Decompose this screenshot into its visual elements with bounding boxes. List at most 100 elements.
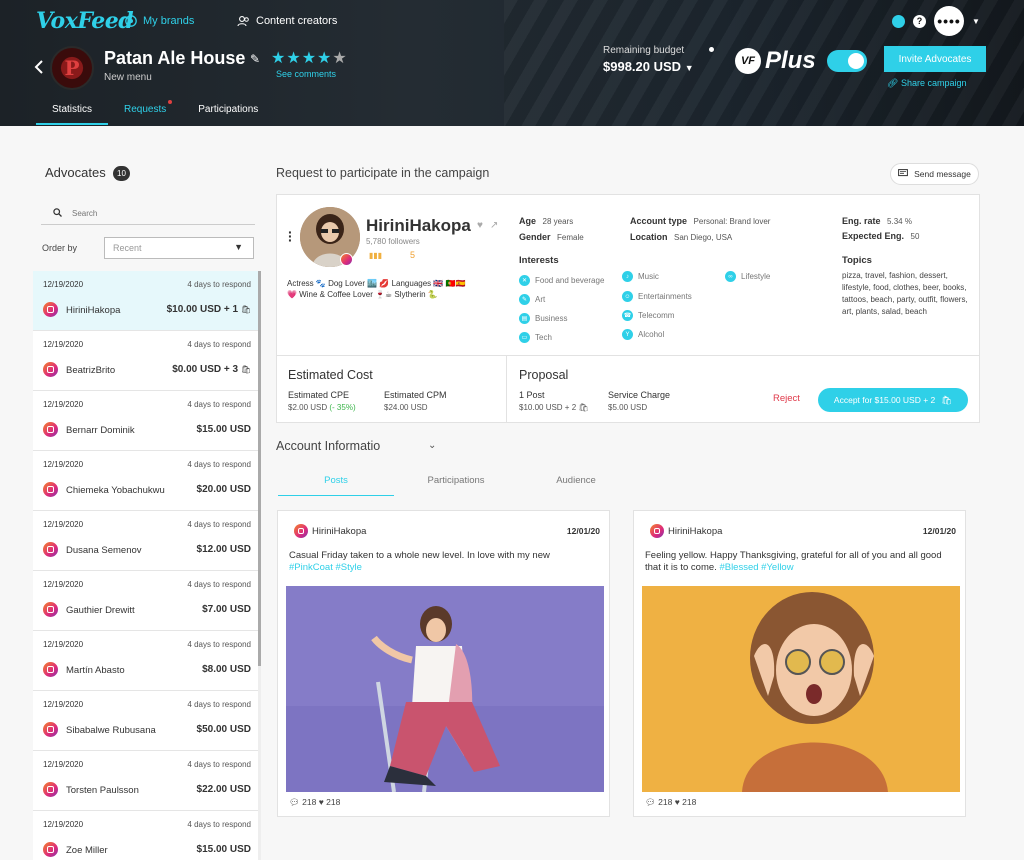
search-input[interactable] xyxy=(72,209,222,218)
order-by-label: Order by xyxy=(42,243,78,253)
heart-icon[interactable]: ♥ xyxy=(477,220,483,231)
interest-tag: ☺ Entertainments xyxy=(622,291,692,302)
tab-requests[interactable]: Requests xyxy=(108,100,182,125)
back-arrow-icon[interactable] xyxy=(34,58,44,79)
help-icon[interactable]: ? xyxy=(913,14,926,28)
post-card[interactable]: HiriniHakopa 12/01/20 Feeling yellow. Ha… xyxy=(633,510,966,817)
art-icon: ✎ xyxy=(519,294,530,305)
instagram-icon xyxy=(43,662,58,677)
advocate-list-item[interactable]: 12/19/2020 4 days to respond HiriniHakop… xyxy=(33,271,261,331)
account-tabs: Posts Participations Audience xyxy=(278,470,634,496)
advocates-title: Advocates xyxy=(45,165,106,180)
nav-content-creators[interactable]: Content creators xyxy=(237,14,337,27)
request-title: Request to participate in the campaign xyxy=(276,166,490,180)
tab-participations[interactable]: Participations xyxy=(182,100,274,125)
star-icon: ★ xyxy=(317,50,333,67)
share-campaign-link[interactable]: 🔗︎ Share campaign xyxy=(887,78,967,89)
comment-icon: 💬︎ xyxy=(289,797,300,807)
heart-icon: ♥ xyxy=(318,797,324,807)
interest-tag: ♪ Music xyxy=(622,271,659,282)
star-icon: ★ xyxy=(271,50,287,67)
advocate-list-item[interactable]: 12/19/2020 4 days to respond Zoe Miller … xyxy=(33,811,261,860)
age-field: Age 28 years xyxy=(519,216,574,226)
reject-button[interactable]: Reject xyxy=(773,393,800,404)
vf-badge: VF xyxy=(735,48,761,74)
chevron-down-icon[interactable]: ⌄ xyxy=(428,440,436,451)
post-date: 12/01/20 xyxy=(566,526,600,536)
chevron-down-icon[interactable]: ▼ xyxy=(972,17,980,26)
nav-content-creators-label: Content creators xyxy=(256,14,338,27)
scrollbar-thumb[interactable] xyxy=(258,271,261,666)
voxfeed-logo[interactable]: VoxFeed xyxy=(36,8,134,34)
comment-icon: 💬︎ xyxy=(645,797,656,807)
info-icon[interactable] xyxy=(709,47,714,52)
user-menu-button[interactable]: •••• xyxy=(934,6,964,36)
cpm-value: $24.00 USD xyxy=(384,403,428,412)
advocate-list-item[interactable]: 12/19/2020 4 days to respond Dusana Seme… xyxy=(33,511,261,571)
message-icon xyxy=(898,168,909,180)
post-image[interactable] xyxy=(642,586,960,792)
food-icon: ✕ xyxy=(519,275,530,286)
advocate-list: 12/19/2020 4 days to respond HiriniHakop… xyxy=(33,271,261,860)
cpe-label: Estimated CPE xyxy=(288,390,350,400)
bag-icon: 🛍︎ xyxy=(941,394,953,405)
advocate-list-item[interactable]: 12/19/2020 4 days to respond Torsten Pau… xyxy=(33,751,261,811)
tab-statistics[interactable]: Statistics xyxy=(36,100,109,125)
tab-posts[interactable]: Posts xyxy=(278,470,394,496)
edit-pencil-icon[interactable]: ✎ xyxy=(250,52,260,66)
order-by-select[interactable]: Recent ▼ xyxy=(104,237,254,259)
topics-list: pizza, travel, fashion, dessert, lifesty… xyxy=(842,271,968,316)
instagram-icon xyxy=(340,253,353,266)
chevron-down-icon: ▼ xyxy=(684,63,694,73)
nav-my-brands[interactable]: My brands xyxy=(124,14,194,27)
budget-value[interactable]: $998.20 USD ▼ xyxy=(603,59,694,74)
advocate-name: HiriniHakopa xyxy=(366,216,471,235)
advocate-list-item[interactable]: 12/19/2020 4 days to respond Martín Abas… xyxy=(33,631,261,691)
followers-count: 5,780 followers xyxy=(366,237,420,246)
advocate-search[interactable] xyxy=(41,203,255,225)
advocate-list-item[interactable]: 12/19/2020 4 days to respond Sibabalwe R… xyxy=(33,691,261,751)
plus-toggle[interactable] xyxy=(827,50,867,72)
post-card[interactable]: HiriniHakopa 12/01/20 Casual Friday take… xyxy=(277,510,610,817)
instagram-icon xyxy=(650,524,664,538)
instagram-icon xyxy=(43,422,58,437)
tech-icon: ▭ xyxy=(519,332,530,343)
lifestyle-icon: ∞ xyxy=(725,271,736,282)
tab-audience[interactable]: Audience xyxy=(518,470,634,496)
cpe-value: $2.00 USD (- 35%) xyxy=(288,403,356,412)
proposal-title: Proposal xyxy=(519,368,569,382)
instagram-icon xyxy=(43,842,58,857)
more-vertical-icon[interactable]: · · · xyxy=(288,225,293,247)
music-icon: ♪ xyxy=(622,271,633,282)
instagram-icon xyxy=(43,302,58,317)
post-stats: 💬︎ 218 ♥ 218 xyxy=(645,797,697,807)
users-icon xyxy=(237,14,250,27)
advocate-list-item[interactable]: 12/19/2020 4 days to respond BeatrizBrit… xyxy=(33,331,261,391)
advocate-list-item[interactable]: 12/19/2020 4 days to respond Gauthier Dr… xyxy=(33,571,261,631)
interest-tag: ☎ Telecomm xyxy=(622,310,675,321)
vf-plus-logo: VF Plus xyxy=(735,47,816,75)
chevron-down-icon: ▼ xyxy=(234,242,243,252)
cpm-label: Estimated CPM xyxy=(384,390,447,400)
nav-my-brands-label: My brands xyxy=(143,14,195,27)
accept-button[interactable]: Accept for $15.00 USD + 2 🛍︎ xyxy=(818,388,968,412)
tab-participations[interactable]: Participations xyxy=(398,470,514,496)
external-link-icon[interactable]: ↗ xyxy=(490,220,498,231)
advocates-count-badge: 10 xyxy=(113,166,130,181)
advocate-list-item[interactable]: 12/19/2020 4 days to respond Bernarr Dom… xyxy=(33,391,261,451)
post-image[interactable] xyxy=(286,586,604,792)
instagram-icon xyxy=(43,362,58,377)
instagram-icon xyxy=(294,524,308,538)
notifications-icon[interactable] xyxy=(892,14,905,28)
invite-advocates-button[interactable]: Invite Advocates xyxy=(884,46,986,72)
brand-name: Patan Ale House xyxy=(104,48,246,68)
request-card: · · · HiriniHakopa ♥ ↗ 5,780 followers ▮▮▮… xyxy=(276,194,980,423)
see-comments-link[interactable]: See comments xyxy=(276,69,336,79)
signal-bars-icon: ▮▮▮ xyxy=(369,251,383,260)
advocate-list-item[interactable]: 12/19/2020 4 days to respond Chiemeka Yo… xyxy=(33,451,261,511)
interest-tag: Y Alcohol xyxy=(622,329,664,340)
advocate-bio: Actress 🐾 Dog Lover 🏙️ 💋 Languages 🇬🇧 🇵🇹… xyxy=(287,279,466,299)
send-message-button[interactable]: Send message xyxy=(890,163,979,185)
advocate-score: 5 xyxy=(410,250,416,260)
account-info-title: Account Informatio xyxy=(276,439,381,453)
